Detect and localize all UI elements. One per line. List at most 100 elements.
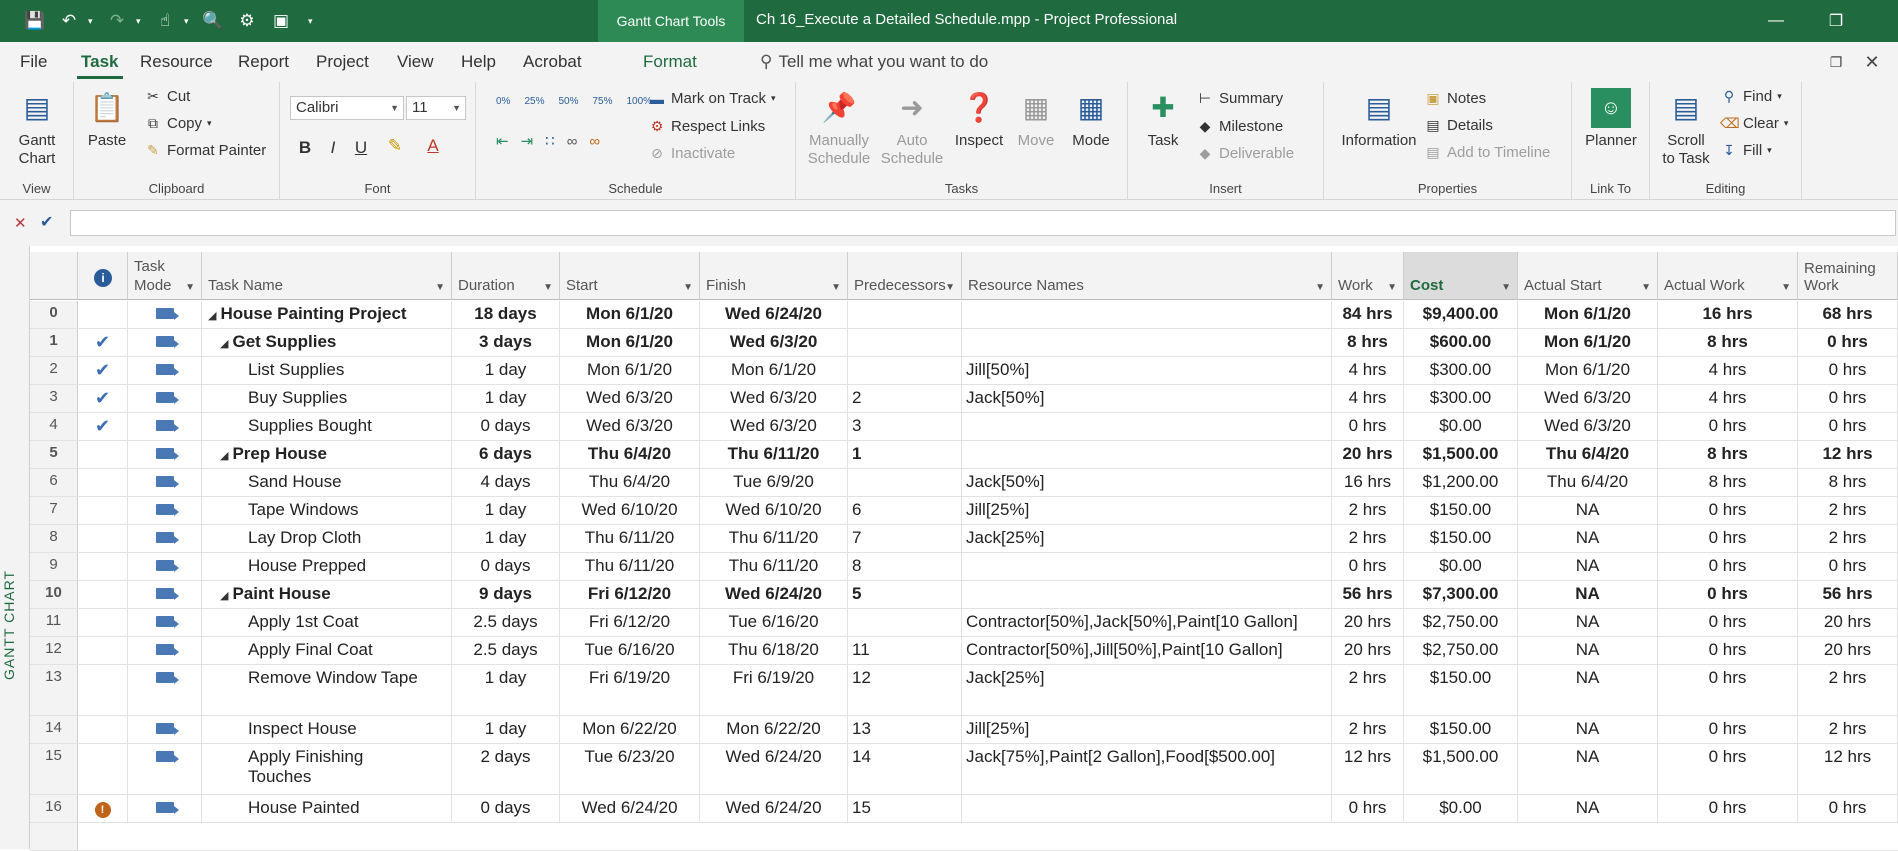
cell-duration[interactable]: 0 days (452, 795, 560, 822)
cell-resource-names[interactable]: Jack[75%],Paint[2 Gallon],Food[$500.00] (962, 744, 1332, 794)
cell-task-mode[interactable] (128, 385, 202, 412)
cell-start[interactable]: Mon 6/1/20 (560, 357, 700, 384)
fill-button[interactable]: ↧ Fill ▾ (1720, 142, 1772, 159)
cell-cost[interactable]: $600.00 (1404, 329, 1518, 356)
deliverable-button[interactable]: ◆ Deliverable (1196, 145, 1294, 162)
move-button[interactable]: ▦ Move (1012, 88, 1060, 150)
cell-indicator[interactable] (78, 716, 128, 743)
planner-button[interactable]: ☺ Planner (1582, 88, 1640, 150)
cell-cost[interactable]: $0.00 (1404, 413, 1518, 440)
cell-actual-work[interactable]: 0 hrs (1658, 497, 1798, 524)
font-color-icon[interactable]: A (422, 136, 444, 156)
bold-button[interactable]: B (294, 138, 316, 158)
table-row[interactable]: 16! House Painted 0 days Wed 6/24/20 Wed 6/2… (30, 795, 1898, 823)
cell-work[interactable]: 4 hrs (1332, 357, 1404, 384)
cell-task-mode[interactable] (128, 581, 202, 608)
cell-duration[interactable]: 9 days (452, 581, 560, 608)
header-cost[interactable]: Cost ▼ (1404, 252, 1518, 300)
pct-75-button[interactable]: 75% (592, 96, 612, 107)
cell-cost[interactable]: $1,200.00 (1404, 469, 1518, 496)
cell-resource-names[interactable] (962, 553, 1332, 580)
cell-row-number[interactable]: 11 (30, 609, 78, 636)
underline-button[interactable]: U (350, 138, 372, 158)
cell-actual-work[interactable]: 0 hrs (1658, 744, 1798, 794)
cell-cost[interactable]: $150.00 (1404, 525, 1518, 552)
header-resource-names[interactable]: Resource Names ▼ (962, 252, 1332, 300)
cell-indicator[interactable] (78, 553, 128, 580)
cell-start[interactable]: Wed 6/24/20 (560, 795, 700, 822)
cell-task-name[interactable]: Sand House (202, 469, 452, 496)
cell-predecessors[interactable] (848, 329, 962, 356)
minimize-icon[interactable]: — (1746, 0, 1806, 42)
cell-finish[interactable]: Wed 6/3/20 (700, 385, 848, 412)
cell-row-number[interactable]: 8 (30, 525, 78, 552)
cell-row-number[interactable]: 9 (30, 553, 78, 580)
cell-actual-start[interactable]: NA (1518, 744, 1658, 794)
table-row[interactable]: 12 Apply Final Coat 2.5 days Tue 6/16/20 Thu… (30, 637, 1898, 665)
cell-duration[interactable]: 2.5 days (452, 637, 560, 664)
cell-task-name[interactable]: Apply Finishing Touches (202, 744, 452, 794)
mode-button[interactable]: ▦ Mode (1066, 88, 1116, 150)
cell-task-name[interactable]: ◢ House Painting Project (202, 301, 452, 328)
cut-button[interactable]: ✂ Cut (144, 88, 190, 105)
cell-work[interactable]: 4 hrs (1332, 385, 1404, 412)
cell-duration[interactable]: 6 days (452, 441, 560, 468)
table-row[interactable]: 10 ◢ Paint House 9 days Fri 6/12/20 Wed 6/24/… (30, 581, 1898, 609)
touch-mode-icon[interactable]: ☝ (150, 6, 180, 36)
cell-remaining-work[interactable]: 2 hrs (1798, 716, 1898, 743)
cell-actual-start[interactable]: NA (1518, 497, 1658, 524)
cell-indicator[interactable] (78, 744, 128, 794)
gantt-chart-button[interactable]: ▤ Gantt Chart (8, 88, 66, 168)
cell-work[interactable]: 2 hrs (1332, 665, 1404, 715)
cell-work[interactable]: 2 hrs (1332, 497, 1404, 524)
cell-row-number[interactable]: 4 (30, 413, 78, 440)
cell-indicator[interactable] (78, 301, 128, 328)
cell-actual-start[interactable]: NA (1518, 609, 1658, 636)
cell-finish[interactable]: Mon 6/22/20 (700, 716, 848, 743)
cell-actual-work[interactable]: 0 hrs (1658, 716, 1798, 743)
scroll-to-task-button[interactable]: ▤ Scroll to Task (1656, 88, 1716, 168)
cell-actual-start[interactable]: Wed 6/3/20 (1518, 413, 1658, 440)
cell-predecessors[interactable]: 11 (848, 637, 962, 664)
cell-predecessors[interactable]: 1 (848, 441, 962, 468)
cell-finish[interactable]: Wed 6/3/20 (700, 413, 848, 440)
cell-remaining-work[interactable]: 0 hrs (1798, 329, 1898, 356)
cell-work[interactable]: 84 hrs (1332, 301, 1404, 328)
cell-remaining-work[interactable]: 12 hrs (1798, 441, 1898, 468)
cell-actual-work[interactable]: 0 hrs (1658, 609, 1798, 636)
save-icon[interactable]: 💾 (20, 6, 50, 36)
cell-row-number[interactable]: 1 (30, 329, 78, 356)
cell-resource-names[interactable]: Contractor[50%],Jill[50%],Paint[10 Gallo… (962, 637, 1332, 664)
header-remaining-work[interactable]: Remaining Work (1798, 252, 1898, 300)
cell-remaining-work[interactable]: 56 hrs (1798, 581, 1898, 608)
cell-work[interactable]: 56 hrs (1332, 581, 1404, 608)
cell-remaining-work[interactable]: 2 hrs (1798, 497, 1898, 524)
manually-schedule-button[interactable]: 📌 Manually Schedule (806, 88, 872, 168)
cell-remaining-work[interactable]: 2 hrs (1798, 525, 1898, 552)
cell-indicator[interactable] (78, 469, 128, 496)
undo-dropdown-icon[interactable]: ▾ (88, 16, 98, 27)
cell-cost[interactable]: $0.00 (1404, 553, 1518, 580)
header-indicators[interactable]: i (78, 252, 128, 300)
cell-start[interactable]: Thu 6/11/20 (560, 553, 700, 580)
cell-start[interactable]: Wed 6/3/20 (560, 413, 700, 440)
cell-task-mode[interactable] (128, 665, 202, 715)
cell-row-number[interactable]: 14 (30, 716, 78, 743)
cell-predecessors[interactable] (848, 469, 962, 496)
cell-indicator[interactable]: ✔ (78, 385, 128, 412)
cell-work[interactable]: 8 hrs (1332, 329, 1404, 356)
tab-project[interactable]: Project (316, 42, 369, 82)
cell-finish[interactable]: Wed 6/24/20 (700, 581, 848, 608)
cell-resource-names[interactable]: Jack[50%] (962, 385, 1332, 412)
cell-row-number[interactable]: 7 (30, 497, 78, 524)
auto-schedule-button[interactable]: ➜ Auto Schedule (881, 88, 944, 168)
cell-resource-names[interactable] (962, 441, 1332, 468)
percent-complete-buttons[interactable]: 0% 25% 50% 75% 100% (496, 96, 652, 107)
cell-task-name[interactable]: House Painted (202, 795, 452, 822)
cell-predecessors[interactable]: 12 (848, 665, 962, 715)
indent-icon[interactable]: ⇥ (521, 132, 534, 150)
cell-row-number[interactable]: 0 (30, 301, 78, 328)
cell-start[interactable]: Tue 6/16/20 (560, 637, 700, 664)
print-preview-icon[interactable]: 🔍 (198, 6, 228, 36)
cell-work[interactable]: 20 hrs (1332, 609, 1404, 636)
